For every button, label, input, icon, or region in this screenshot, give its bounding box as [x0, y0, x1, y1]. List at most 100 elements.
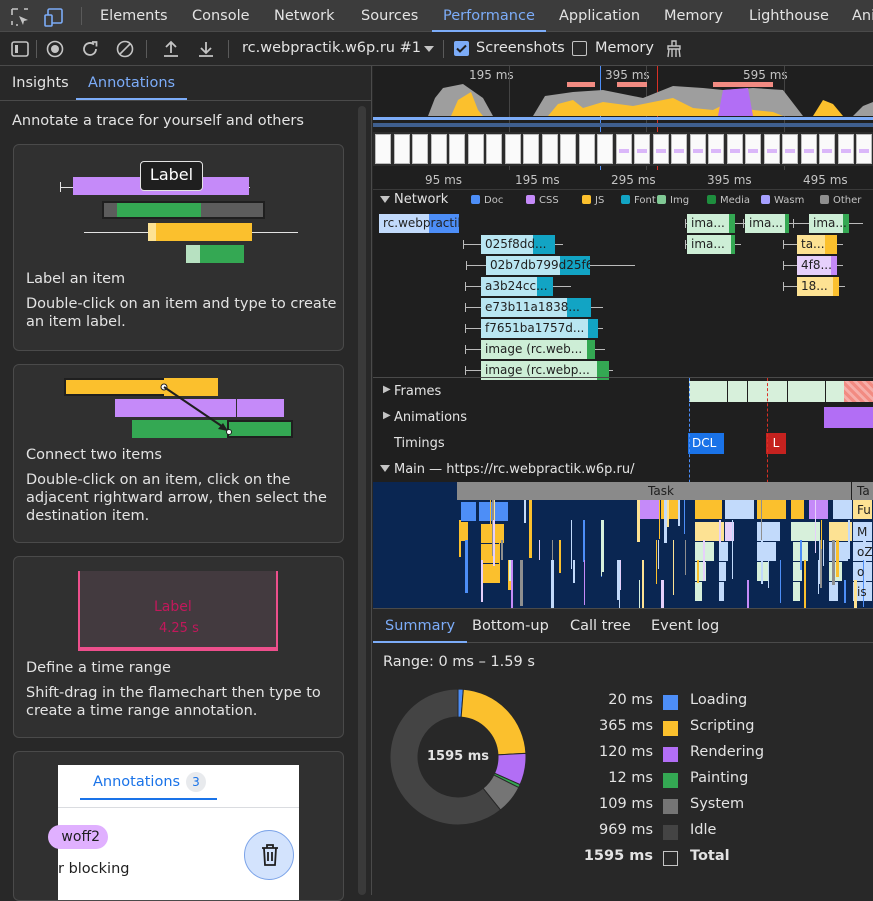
screenshot-thumbnail[interactable]	[745, 134, 761, 164]
flame-event[interactable]	[524, 500, 526, 523]
network-request[interactable]: 4f8...	[797, 256, 837, 275]
tab-elements[interactable]: Elements	[100, 0, 168, 32]
flame-event[interactable]	[659, 500, 660, 539]
tab-performance[interactable]: Performance	[432, 0, 546, 32]
flame-event[interactable]	[719, 562, 727, 581]
flame-event[interactable]	[667, 500, 669, 527]
network-request[interactable]: 02b7db799d25f6...	[486, 256, 590, 275]
tab-memory[interactable]: Memory	[664, 0, 723, 32]
flame-event[interactable]	[559, 540, 561, 573]
tab-sources[interactable]: Sources	[361, 0, 418, 32]
flame-event[interactable]	[501, 540, 503, 560]
screenshot-thumbnail[interactable]	[393, 134, 410, 164]
flame-event[interactable]	[719, 542, 729, 561]
screenshot-thumbnail[interactable]	[652, 134, 669, 164]
device-toolbar-icon[interactable]	[44, 7, 66, 27]
screenshot-thumbnail[interactable]	[708, 134, 724, 164]
screenshot-thumbnail[interactable]	[523, 134, 539, 164]
recording-select[interactable]: rc.webpractik.w6p.ru #1	[242, 40, 421, 56]
reload-record-icon[interactable]	[80, 39, 100, 59]
flame-event[interactable]	[725, 500, 755, 519]
network-request[interactable]: ima...	[687, 235, 735, 254]
network-request[interactable]: ta...	[797, 235, 837, 254]
network-request[interactable]: ima...	[809, 214, 849, 233]
flame-event[interactable]	[791, 500, 805, 519]
tab-insights[interactable]: Insights	[12, 66, 69, 100]
screenshot-thumbnail[interactable]	[449, 134, 465, 164]
screenshot-thumbnail[interactable]	[486, 134, 502, 164]
screenshot-thumbnail[interactable]	[763, 134, 780, 164]
frames-track[interactable]: ▶ Frames	[373, 378, 873, 404]
screenshot-thumbnail[interactable]	[800, 134, 817, 164]
dcl-marker[interactable]: DCL	[688, 433, 724, 454]
flame-event[interactable]	[719, 582, 725, 601]
screenshot-thumbnail[interactable]	[560, 134, 576, 164]
main-flame-chart[interactable]: Task Ta Fu M oZ o is	[373, 482, 873, 629]
screenshot-thumbnail[interactable]	[430, 134, 447, 164]
flame-event[interactable]	[833, 500, 853, 519]
tab-animations[interactable]: Ani	[852, 0, 873, 32]
network-request[interactable]: 18...	[797, 277, 839, 296]
flame-event[interactable]	[573, 560, 575, 583]
tab-network[interactable]: Network	[274, 0, 335, 32]
flame-event[interactable]	[695, 500, 723, 519]
flame-event[interactable]	[703, 540, 705, 581]
flame-event[interactable]	[481, 564, 501, 583]
screenshot-thumbnail[interactable]	[782, 134, 798, 164]
flame-event[interactable]	[732, 520, 733, 579]
network-request[interactable]: e73b11a1838...	[481, 298, 591, 317]
flame-event[interactable]	[684, 500, 685, 534]
flame-event[interactable]	[844, 580, 846, 603]
flame-event[interactable]	[678, 500, 680, 526]
tab-annotations[interactable]: Annotations	[76, 66, 188, 100]
flame-event[interactable]	[695, 542, 715, 561]
screenshot-thumbnail[interactable]	[504, 134, 521, 164]
chevron-down-icon[interactable]	[423, 45, 435, 53]
flame-event[interactable]	[465, 540, 468, 593]
flame-event[interactable]	[815, 500, 816, 553]
network-request[interactable]: rc.webpractik...	[379, 214, 459, 233]
screenshot-thumbnail[interactable]	[726, 134, 743, 164]
flame-event[interactable]	[481, 544, 501, 563]
network-request[interactable]: a3b24cc...	[481, 277, 553, 296]
flame-event[interactable]	[809, 500, 829, 519]
screenshot-thumbnail[interactable]	[615, 134, 632, 164]
screenshot-thumbnail[interactable]	[837, 134, 854, 164]
tab-console[interactable]: Console	[192, 0, 250, 32]
flame-event[interactable]	[673, 540, 674, 595]
tab-lighthouse[interactable]: Lighthouse	[749, 0, 829, 32]
flame-event[interactable]	[818, 560, 819, 594]
screenshot-thumbnail[interactable]	[634, 134, 650, 164]
flame-event[interactable]	[823, 540, 824, 566]
tab-summary[interactable]: Summary	[373, 609, 468, 643]
screenshot-thumbnail[interactable]	[578, 134, 595, 164]
flame-event[interactable]	[529, 500, 532, 558]
tab-application[interactable]: Application	[559, 0, 640, 32]
flame-event[interactable]	[757, 542, 777, 561]
flame-event[interactable]	[780, 560, 781, 603]
sidebar-scrollbar[interactable]	[358, 106, 366, 895]
flame-event[interactable]	[768, 560, 769, 588]
flame-event[interactable]	[461, 522, 469, 541]
memory-checkbox[interactable]	[572, 41, 587, 56]
collapse-triangle-icon[interactable]	[380, 196, 390, 204]
load-marker[interactable]: L	[766, 433, 786, 454]
flame-event[interactable]	[848, 520, 850, 559]
flame-event[interactable]	[656, 540, 657, 584]
screenshot-thumbnail[interactable]	[819, 134, 835, 164]
screenshot-thumbnail[interactable]	[856, 134, 872, 164]
flame-event[interactable]	[800, 540, 802, 570]
flame-event[interactable]	[697, 560, 699, 583]
flame-event[interactable]	[725, 522, 735, 541]
screenshots-checkbox[interactable]	[454, 41, 469, 56]
screenshot-thumbnail[interactable]	[597, 134, 613, 164]
tab-call-tree[interactable]: Call tree	[570, 609, 631, 643]
inspect-element-icon[interactable]	[10, 7, 30, 27]
flame-event[interactable]	[836, 540, 839, 577]
flame-event[interactable]	[481, 560, 483, 602]
flame-event[interactable]	[461, 502, 477, 521]
flame-event[interactable]	[719, 520, 721, 543]
flame-event[interactable]	[571, 520, 572, 569]
screenshot-thumbnail[interactable]	[689, 134, 706, 164]
screenshot-thumbnail[interactable]	[671, 134, 687, 164]
